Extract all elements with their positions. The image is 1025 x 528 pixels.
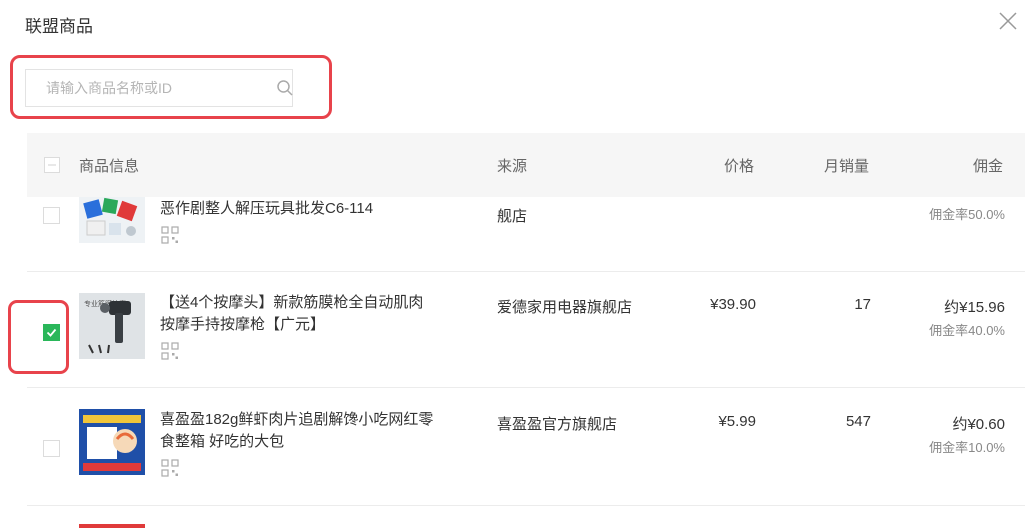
header-price: 价格 — [724, 158, 755, 175]
product-name-line1: 【送4个按摩头】新款筋膜枪全自动肌肉 — [160, 294, 424, 311]
product-price: ¥39.90 — [710, 296, 756, 313]
commission-amount: 约¥15.96 — [944, 299, 1005, 316]
product-name-line2: 食整箱 好吃的大包 — [160, 433, 285, 450]
commission-rate: 佣金率40.0% — [929, 323, 1005, 338]
product-thumbnail: 专业筋膜按摩 — [79, 293, 145, 359]
search-input[interactable] — [46, 78, 246, 98]
table-header: 商品信息 来源 价格 月销量 佣金 — [27, 133, 1025, 197]
commission-rate: 佣金率10.0% — [929, 440, 1005, 455]
product-source: 舰店 — [497, 208, 528, 225]
product-thumbnail — [79, 524, 145, 528]
qr-code-icon[interactable] — [161, 459, 179, 477]
search-highlight-box — [10, 55, 332, 119]
header-source: 来源 — [497, 158, 528, 175]
product-name-line1: 喜盈盈182g鲜虾肉片追剧解馋小吃网红零 — [160, 411, 434, 428]
product-price: ¥5.99 — [718, 413, 756, 430]
row-divider — [27, 387, 1025, 388]
product-thumbnail — [79, 197, 145, 243]
row-divider — [27, 505, 1025, 506]
monthly-sales: 17 — [854, 296, 871, 313]
product-name: 恶作剧整人解压玩具批发C6-114 — [160, 200, 374, 217]
search-icon[interactable] — [276, 79, 294, 97]
dialog-title: 联盟商品 — [25, 17, 93, 36]
product-source: 喜盈盈官方旗舰店 — [497, 416, 618, 433]
product-name-line2: 按摩手持按摩枪【广元】 — [160, 316, 326, 333]
header-commission: 佣金 — [973, 158, 1004, 175]
row-checkbox[interactable] — [43, 440, 60, 457]
close-icon[interactable] — [997, 10, 1019, 32]
qr-code-icon[interactable] — [161, 226, 179, 244]
search-box — [25, 69, 293, 107]
monthly-sales: 547 — [845, 413, 871, 430]
select-all-checkbox[interactable] — [44, 157, 60, 173]
product-source: 爱德家用电器旗舰店 — [497, 299, 633, 316]
header-product: 商品信息 — [79, 158, 140, 175]
row-checkbox[interactable] — [43, 207, 60, 224]
row-divider — [27, 271, 1025, 272]
product-thumbnail — [79, 409, 145, 475]
row-checkbox-checked[interactable] — [43, 324, 60, 341]
header-sales: 月销量 — [824, 158, 870, 175]
commission-rate: 佣金率50.0% — [929, 207, 1005, 222]
commission-amount: 约¥0.60 — [952, 416, 1005, 433]
qr-code-icon[interactable] — [161, 342, 179, 360]
